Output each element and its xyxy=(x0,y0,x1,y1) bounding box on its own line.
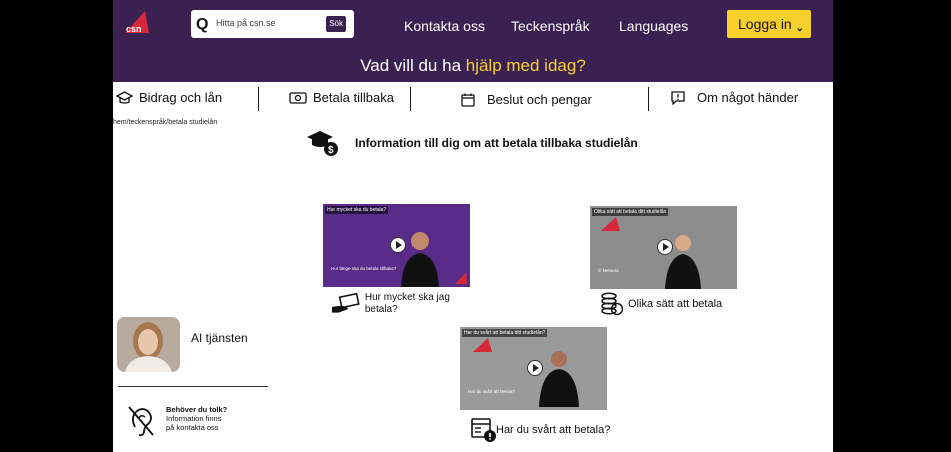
calendar-alert-icon xyxy=(471,418,496,442)
ai-avatar[interactable] xyxy=(117,317,180,372)
csn-logo[interactable]: csn xyxy=(123,9,151,37)
search-input[interactable]: Hitta på csn.se xyxy=(216,18,276,28)
video-label-1[interactable]: Hur mycket ska jag betala? xyxy=(331,292,481,316)
category-bidrag-och-lan[interactable]: Bidrag och lån xyxy=(116,90,222,105)
login-label: Logga in xyxy=(738,16,792,32)
nav-kontakta-oss[interactable]: Kontakta oss xyxy=(404,18,485,34)
help-question: Vad vill du ha hjälp med idag? xyxy=(360,56,586,75)
play-icon[interactable] xyxy=(389,236,406,253)
category-om-nagot-hander[interactable]: Om något händer xyxy=(671,90,798,105)
interpreter-info[interactable]: Behöver du tolk? Information finns på ko… xyxy=(166,405,227,432)
csn-logo xyxy=(473,338,492,352)
hearing-impaired-icon xyxy=(128,406,154,437)
video-caption: © Netnura xyxy=(598,268,619,273)
avatar-image xyxy=(117,317,180,372)
signer-image xyxy=(665,235,701,289)
search-box[interactable]: Q Hitta på csn.se Sök xyxy=(191,10,354,38)
video-player-3[interactable]: Har du svårt att betala ditt studielån? … xyxy=(460,327,607,410)
category-beslut-och-pengar[interactable]: Beslut och pengar xyxy=(461,92,592,107)
signer-image xyxy=(539,351,579,407)
search-icon: Q xyxy=(196,16,209,33)
play-icon[interactable] xyxy=(526,359,543,376)
breadcrumb[interactable]: hem/teckenspråk/betala studielån xyxy=(113,119,217,126)
category-divider xyxy=(258,87,259,111)
category-betala-tillbaka[interactable]: Betala tillbaka xyxy=(289,90,394,105)
money-icon xyxy=(289,91,307,104)
play-icon[interactable] xyxy=(656,238,673,255)
csn-logo xyxy=(455,272,467,284)
video-player-1[interactable]: Hur mycket ska du betala? Hur länge ska … xyxy=(323,204,470,287)
divider xyxy=(118,386,268,387)
graduation-money-icon: $ xyxy=(307,131,338,156)
chevron-down-icon: ⌄ xyxy=(795,23,804,34)
video-title: Olika sätt att betala ditt studielån xyxy=(592,208,669,216)
video-title: Hur mycket ska du betala? xyxy=(325,206,389,214)
video-caption: Hur länge ska du betala tillbaka? xyxy=(331,266,397,271)
login-button[interactable]: Logga in ⌄ xyxy=(727,10,811,38)
category-divider xyxy=(648,87,649,111)
hand-money-icon xyxy=(331,293,360,313)
message-alert-icon xyxy=(671,90,685,105)
search-button[interactable]: Sök xyxy=(326,16,346,32)
video-label-3[interactable]: Har du svårt att betala? xyxy=(471,417,610,443)
video-player-2[interactable]: Olika sätt att betala ditt studielån © N… xyxy=(590,206,737,289)
video-label-2[interactable]: Olika sätt att betala xyxy=(601,292,722,316)
signer-image xyxy=(401,232,439,287)
nav-languages[interactable]: Languages xyxy=(619,18,688,34)
ai-service-label[interactable]: AI tjänsten xyxy=(191,331,248,345)
video-caption: Har du svårt att betala? xyxy=(468,389,515,394)
coins-icon xyxy=(601,292,623,316)
video-title: Har du svårt att betala ditt studielån? xyxy=(462,329,548,337)
category-divider xyxy=(410,87,411,111)
svg-text:$: $ xyxy=(328,145,334,156)
csn-logo xyxy=(601,217,620,231)
info-heading: $ Information till dig om att betala til… xyxy=(307,128,638,158)
calendar-icon xyxy=(461,93,475,107)
nav-teckensprak[interactable]: Teckenspråk xyxy=(511,18,590,34)
top-bar: csn Q Hitta på csn.se Sök Kontakta oss T… xyxy=(113,0,833,48)
svg-text:csn: csn xyxy=(126,24,142,34)
page: csn Q Hitta på csn.se Sök Kontakta oss T… xyxy=(113,0,833,452)
graduation-cap-icon xyxy=(116,90,133,104)
